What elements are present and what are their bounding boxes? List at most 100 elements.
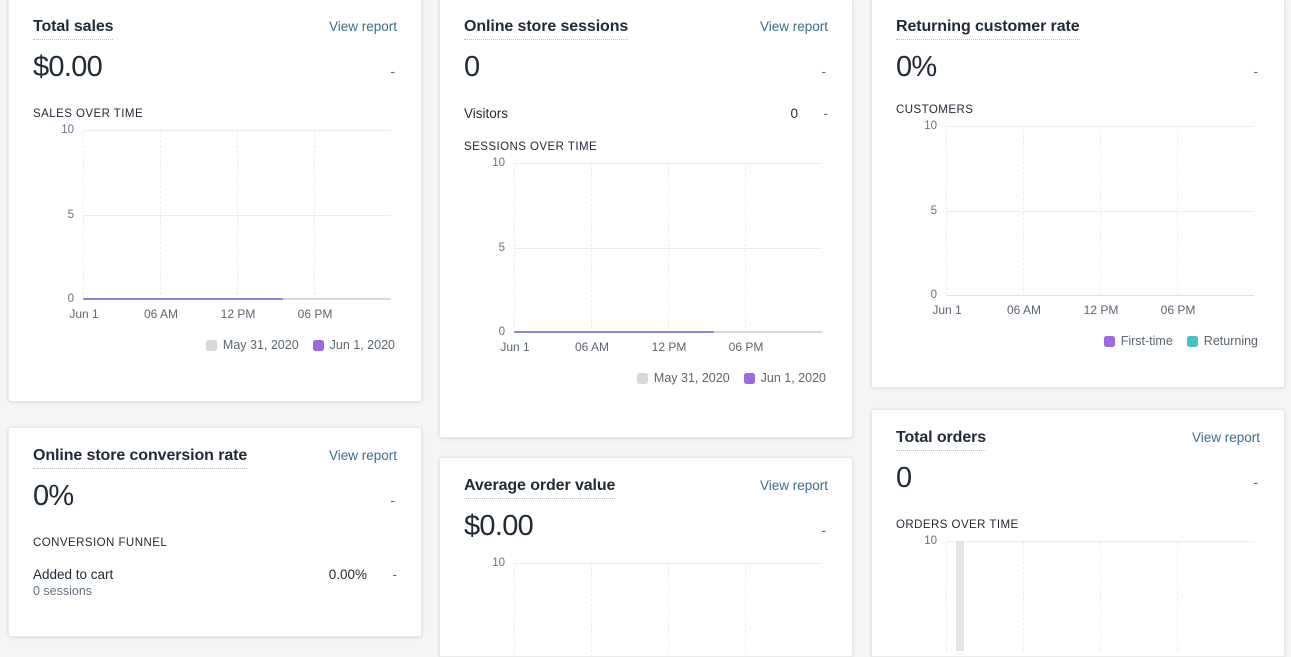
gridline-x-1: Jun 1 — [500, 163, 530, 354]
legend-label: First-time — [1120, 334, 1173, 348]
legend-item-may-31[interactable]: May 31, 2020 — [205, 338, 299, 352]
chart-plot: 10 5 0 Jun 1 06 AM 12 PM 06 PM — [924, 120, 1254, 317]
xtick-06-pm: 06 PM — [297, 307, 333, 321]
ytick-10: 10 — [61, 124, 74, 136]
legend-label: Jun 1, 2020 — [760, 371, 826, 385]
legend-item-first-time[interactable]: First-time — [1103, 334, 1173, 348]
legend-label: Returning — [1203, 334, 1258, 348]
gridline-x-3 — [668, 563, 670, 656]
metric-value-average-order-value: $0.00 — [464, 510, 534, 542]
ytick-5: 5 — [930, 205, 937, 217]
card-title-conversion-rate: Online store conversion rate — [33, 446, 247, 469]
metric-delta-average-order-value: - — [821, 522, 826, 538]
legend-item-jun-1[interactable]: Jun 1, 2020 — [312, 338, 395, 352]
gridline-x-2: 06 AM — [144, 130, 178, 321]
xtick-12-pm: 12 PM — [220, 307, 256, 321]
ytick-10: 10 — [924, 120, 937, 132]
legend-swatch-icon — [743, 372, 755, 384]
card-header: Total orders View report — [896, 428, 1260, 451]
gridline-x-1 — [946, 541, 948, 651]
view-report-link-sessions[interactable]: View report — [760, 17, 828, 37]
section-label-sales-over-time: SALES OVER TIME — [33, 108, 144, 120]
ytick-10: 10 — [924, 535, 937, 547]
xtick-06-am: 06 AM — [143, 307, 179, 321]
gridline-x-4 — [1177, 541, 1179, 651]
card-average-order-value: Average order value View report $0.00 - … — [439, 457, 853, 657]
xtick-jun-1: Jun 1 — [69, 307, 99, 321]
gridline-x-3 — [1100, 541, 1102, 651]
legend-item-may-31[interactable]: May 31, 2020 — [636, 371, 730, 385]
gridline-x-2: 06 AM — [575, 163, 609, 354]
chart-legend-total-sales: May 31, 2020 Jun 1, 2020 — [33, 338, 397, 352]
view-report-link-total-sales[interactable]: View report — [329, 17, 397, 37]
section-label-sessions-over-time: SESSIONS OVER TIME — [464, 141, 598, 153]
card-total-orders: Total orders View report 0 - ORDERS OVER… — [871, 409, 1285, 657]
xtick-jun-1: Jun 1 — [932, 303, 962, 317]
gridline-x-3: 12 PM — [652, 163, 686, 354]
metric-value-returning-customer-rate: 0% — [896, 51, 937, 83]
xtick-06-pm: 06 PM — [728, 340, 764, 354]
visitors-value: 0 — [790, 106, 798, 121]
card-header: Average order value View report — [464, 476, 828, 499]
card-header: Online store conversion rate View report — [33, 446, 397, 469]
metric-row: 0 - — [464, 50, 828, 88]
xtick-06-am: 06 AM — [574, 340, 610, 354]
gridline-x-4: 06 PM — [1161, 126, 1195, 317]
card-returning-customer-rate: Returning customer rate 0% - CUSTOMERS 1… — [871, 0, 1285, 388]
gridline-x-4 — [745, 563, 747, 656]
card-total-sales: Total sales View report $0.00 - SALES OV… — [8, 0, 422, 402]
metric-row: $0.00 - — [464, 509, 828, 547]
ytick-5: 5 — [67, 209, 74, 221]
gridline-x-1: Jun 1 — [932, 126, 962, 317]
ytick-0: 0 — [67, 293, 74, 305]
metric-delta-total-orders: - — [1253, 474, 1258, 490]
card-header: Online store sessions View report — [464, 17, 828, 40]
card-header: Returning customer rate — [896, 17, 1260, 40]
card-title-average-order-value: Average order value — [464, 476, 615, 499]
view-report-link-total-orders[interactable]: View report — [1192, 428, 1260, 448]
legend-item-jun-1[interactable]: Jun 1, 2020 — [743, 371, 826, 385]
gridline-x-1: Jun 1 — [69, 130, 99, 321]
legend-swatch-icon — [1103, 335, 1115, 347]
gridline-x-2 — [1023, 541, 1025, 651]
gridline-x-4: 06 PM — [729, 163, 763, 354]
series-line-jun-1 — [83, 298, 284, 300]
gridline-x-1 — [514, 563, 516, 656]
metric-value-total-sales: $0.00 — [33, 51, 103, 83]
legend-swatch-icon — [1186, 335, 1198, 347]
chart-plot: 10 — [924, 535, 1254, 651]
chart-sales-over-time: 10 5 0 Jun 1 06 AM 12 PM 06 PM — [33, 124, 397, 326]
chart-sessions-over-time: 10 5 0 Jun 1 06 AM 12 PM 06 PM — [464, 157, 828, 359]
chart-plot: 10 — [492, 557, 822, 656]
legend-swatch-icon — [205, 339, 217, 351]
metric-row: 0% - — [896, 50, 1260, 88]
view-report-link-average-order-value[interactable]: View report — [760, 476, 828, 496]
bar-jun-1 — [955, 541, 964, 651]
funnel-caption: 0 sessions — [33, 584, 93, 598]
card-title-total-orders: Total orders — [896, 428, 986, 451]
visitors-delta: - — [823, 106, 829, 121]
xtick-jun-1: Jun 1 — [500, 340, 530, 354]
legend-label: May 31, 2020 — [222, 338, 299, 352]
legend-swatch-icon — [312, 339, 324, 351]
metric-value-total-orders: 0 — [896, 462, 912, 494]
chart-plot: 10 5 0 Jun 1 06 AM 12 PM 06 PM — [61, 124, 391, 321]
funnel-delta: - — [392, 567, 398, 582]
metric-value-sessions: 0 — [464, 51, 480, 83]
gridline-x-3: 12 PM — [221, 130, 255, 321]
chart-customers: 10 5 0 Jun 1 06 AM 12 PM 06 PM — [896, 120, 1260, 322]
visitors-row: Visitors 0 - — [464, 106, 828, 121]
chart-legend-sessions: May 31, 2020 Jun 1, 2020 — [464, 371, 828, 385]
metric-delta-total-sales: - — [390, 63, 395, 79]
view-report-link-conversion-rate[interactable]: View report — [329, 446, 397, 466]
chart-orders-over-time: 10 — [896, 535, 1260, 651]
metric-value-conversion-rate: 0% — [33, 480, 74, 512]
legend-label: May 31, 2020 — [653, 371, 730, 385]
gridline-x-3: 12 PM — [1084, 126, 1118, 317]
legend-item-returning[interactable]: Returning — [1186, 334, 1258, 348]
ytick-0: 0 — [930, 289, 937, 301]
xtick-06-pm: 06 PM — [1160, 303, 1196, 317]
funnel-row: Added to cart 0.00% - — [33, 567, 397, 582]
metric-row: 0 - — [896, 461, 1260, 499]
funnel-value: 0.00% — [328, 567, 367, 582]
